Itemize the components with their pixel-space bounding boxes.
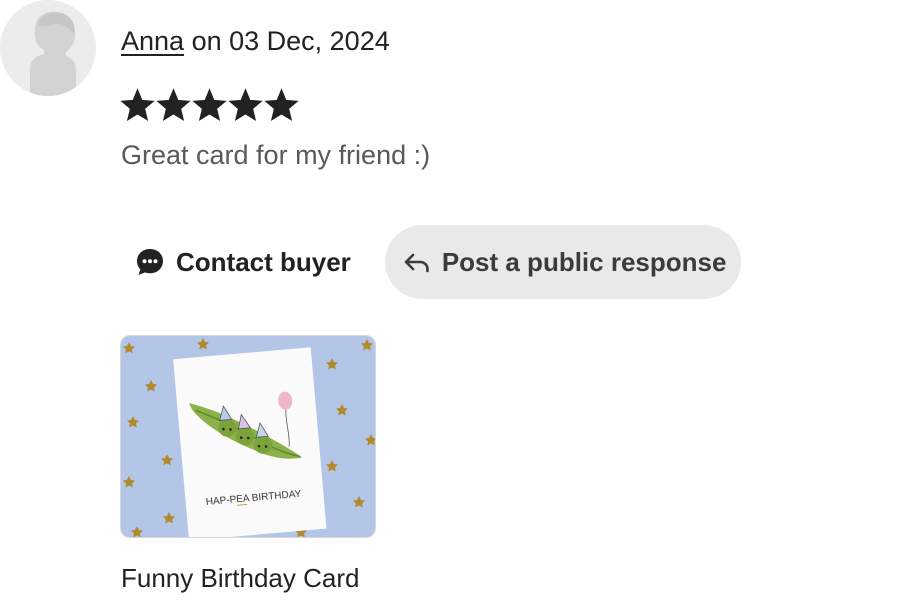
product-image: HAP-PEA BIRTHDAY: [121, 336, 375, 537]
reviewer-name-link[interactable]: Anna: [121, 26, 184, 56]
product-title[interactable]: Funny Birthday Card: [121, 561, 359, 595]
default-avatar-icon: [0, 0, 96, 96]
greeting-card: HAP-PEA BIRTHDAY: [173, 347, 327, 537]
star-rating: [120, 88, 299, 123]
review-actions: Contact buyer Post a public response: [120, 225, 742, 299]
contact-buyer-label: Contact buyer: [176, 246, 351, 277]
review-meta: Anna on 03 Dec, 2024: [121, 24, 390, 58]
contact-buyer-button[interactable]: Contact buyer: [120, 225, 369, 299]
star-filled-icon: [264, 88, 299, 122]
star-filled-icon: [228, 88, 263, 122]
product-thumbnail[interactable]: HAP-PEA BIRTHDAY: [120, 335, 376, 538]
star-filled-icon: [120, 88, 155, 122]
post-public-response-button[interactable]: Post a public response: [384, 225, 742, 299]
review-text: Great card for my friend :): [121, 140, 431, 170]
reply-arrow-icon: [402, 247, 432, 277]
star-filled-icon: [192, 88, 227, 122]
review-card: Anna on 03 Dec, 2024 Great card for my f…: [0, 0, 920, 602]
star-filled-icon: [156, 88, 191, 122]
chat-bubble-icon: [134, 246, 166, 278]
review-date: on 03 Dec, 2024: [191, 26, 390, 56]
post-public-response-label: Post a public response: [441, 246, 727, 277]
reviewer-avatar[interactable]: [0, 0, 96, 96]
